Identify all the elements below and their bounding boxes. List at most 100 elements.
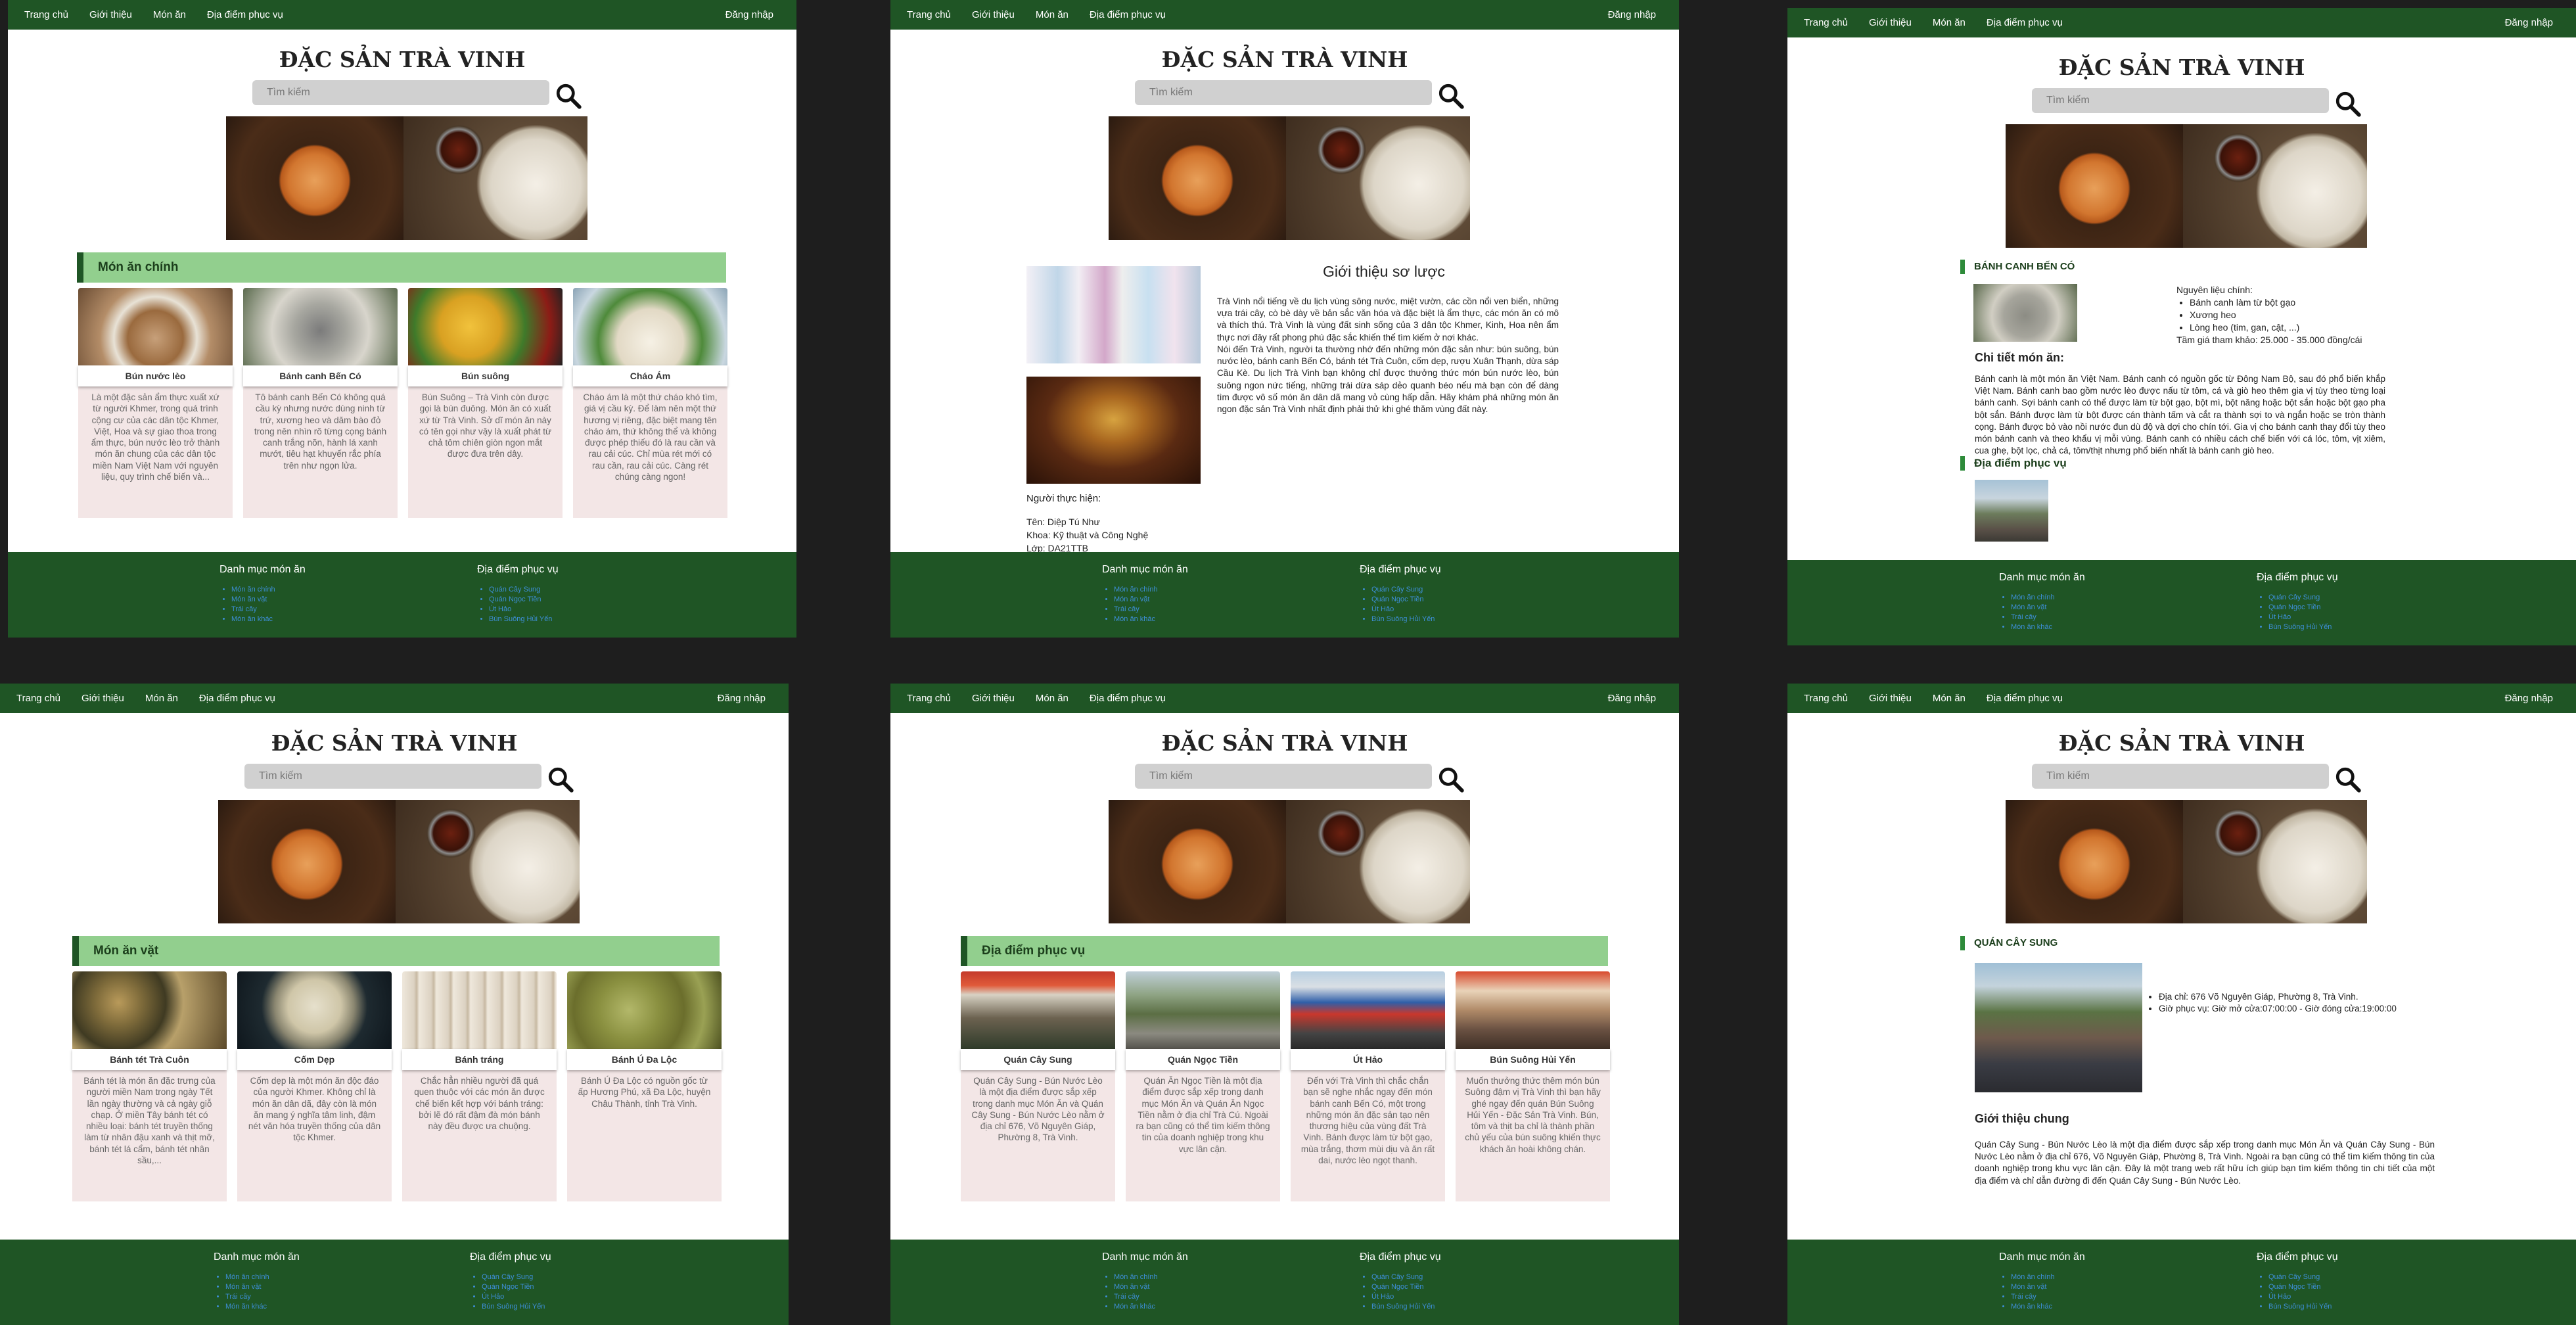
- footer-link[interactable]: Quán Ngọc Tiền: [1371, 595, 1441, 605]
- footer-link[interactable]: Út Hảo: [489, 605, 559, 615]
- dish-card[interactable]: Bánh canh Bến Có Tô bánh canh Bến Có khô…: [243, 288, 398, 518]
- search-icon[interactable]: [547, 766, 574, 793]
- search-icon[interactable]: [555, 82, 582, 110]
- nav-home-link[interactable]: Trang chủ: [24, 9, 68, 20]
- nav-dishes-link[interactable]: Món ăn: [1933, 693, 1966, 704]
- place-card[interactable]: Bún Suông Hủi Yến Muốn thưởng thức thêm …: [1456, 971, 1610, 1201]
- nav-places-link[interactable]: Địa điểm phục vụ: [199, 693, 275, 704]
- footer-link[interactable]: Món ăn chính: [2011, 593, 2085, 603]
- nav-about-link[interactable]: Giới thiệu: [81, 693, 124, 704]
- search-input[interactable]: Tìm kiếm: [244, 764, 541, 789]
- footer-link[interactable]: Quán Ngọc Tiền: [489, 595, 559, 605]
- nav-about-link[interactable]: Giới thiệu: [1869, 17, 1912, 28]
- nav-about-link[interactable]: Giới thiệu: [972, 9, 1015, 20]
- snack-card[interactable]: Cốm Dẹp Cốm dẹp là một món ăn độc đáo củ…: [237, 971, 392, 1201]
- search-icon[interactable]: [2334, 766, 2362, 793]
- nav-login-link[interactable]: Đăng nhập: [1608, 693, 1656, 704]
- footer-link[interactable]: Món ăn chính: [1114, 1272, 1188, 1282]
- footer-link[interactable]: Món ăn vặt: [225, 1282, 300, 1292]
- place-card[interactable]: Quán Cây Sung Quán Cây Sung - Bún Nước L…: [961, 971, 1115, 1201]
- search-icon[interactable]: [2334, 90, 2362, 118]
- nav-dishes-link[interactable]: Món ăn: [153, 9, 186, 20]
- nav-home-link[interactable]: Trang chủ: [907, 693, 951, 704]
- footer-link[interactable]: Quán Ngọc Tiền: [2268, 1282, 2338, 1292]
- nav-login-link[interactable]: Đăng nhập: [1608, 9, 1656, 20]
- footer-link[interactable]: Út Hảo: [2268, 613, 2338, 622]
- footer-link[interactable]: Bún Suông Hủi Yến: [1371, 1302, 1441, 1312]
- footer-link[interactable]: Út Hảo: [482, 1292, 551, 1302]
- place-card[interactable]: Út Hảo Đến với Trà Vinh thì chắc chắn bạ…: [1291, 971, 1445, 1201]
- footer-link[interactable]: Trái cây: [2011, 1292, 2085, 1302]
- footer-link[interactable]: Món ăn khác: [1114, 615, 1188, 624]
- footer-link[interactable]: Út Hảo: [1371, 605, 1441, 615]
- search-icon[interactable]: [1437, 82, 1465, 110]
- footer-link[interactable]: Quán Cây Sung: [489, 585, 559, 595]
- footer-link[interactable]: Món ăn khác: [2011, 1302, 2085, 1312]
- footer-link[interactable]: Bún Suông Hủi Yến: [482, 1302, 551, 1312]
- search-icon[interactable]: [1437, 766, 1465, 793]
- nav-dishes-link[interactable]: Món ăn: [1933, 17, 1966, 28]
- search-input[interactable]: Tìm kiếm: [252, 80, 549, 105]
- snack-card[interactable]: Bánh tráng Chắc hẳn nhiều người đã quá q…: [402, 971, 557, 1201]
- footer-link[interactable]: Món ăn vặt: [231, 595, 306, 605]
- footer-link[interactable]: Quán Cây Sung: [482, 1272, 551, 1282]
- nav-login-link[interactable]: Đăng nhập: [2505, 17, 2553, 28]
- nav-home-link[interactable]: Trang chủ: [16, 693, 60, 704]
- footer-link[interactable]: Món ăn khác: [225, 1302, 300, 1312]
- footer-link[interactable]: Món ăn chính: [231, 585, 306, 595]
- footer-link[interactable]: Món ăn khác: [2011, 622, 2085, 632]
- search-input[interactable]: Tìm kiếm: [2032, 88, 2329, 113]
- nav-places-link[interactable]: Địa điểm phục vụ: [1987, 17, 2063, 28]
- nav-places-link[interactable]: Địa điểm phục vụ: [1090, 693, 1166, 704]
- nav-about-link[interactable]: Giới thiệu: [89, 9, 132, 20]
- nav-places-link[interactable]: Địa điểm phục vụ: [207, 9, 283, 20]
- dish-card[interactable]: Bún nước lèo Là một đặc sản ẩm thực xuất…: [78, 288, 233, 518]
- search-input[interactable]: Tìm kiếm: [1135, 764, 1432, 789]
- search-input[interactable]: Tìm kiếm: [1135, 80, 1432, 105]
- footer-link[interactable]: Món ăn chính: [225, 1272, 300, 1282]
- dish-place-thumbnail[interactable]: [1975, 480, 2048, 542]
- footer-link[interactable]: Quán Cây Sung: [1371, 1272, 1441, 1282]
- footer-link[interactable]: Món ăn vặt: [1114, 595, 1188, 605]
- nav-about-link[interactable]: Giới thiệu: [1869, 693, 1912, 704]
- footer-link[interactable]: Quán Ngọc Tiền: [1371, 1282, 1441, 1292]
- snack-card[interactable]: Bánh Ú Đa Lộc Bánh Ú Đa Lộc có nguồn gốc…: [567, 971, 722, 1201]
- nav-home-link[interactable]: Trang chủ: [1804, 17, 1848, 28]
- footer-link[interactable]: Bún Suông Hủi Yến: [489, 615, 559, 624]
- footer-link[interactable]: Bún Suông Hủi Yến: [2268, 1302, 2338, 1312]
- nav-login-link[interactable]: Đăng nhập: [2505, 693, 2553, 704]
- footer-link[interactable]: Quán Ngọc Tiền: [482, 1282, 551, 1292]
- nav-about-link[interactable]: Giới thiệu: [972, 693, 1015, 704]
- nav-places-link[interactable]: Địa điểm phục vụ: [1987, 693, 2063, 704]
- footer-link[interactable]: Món ăn chính: [2011, 1272, 2085, 1282]
- footer-link[interactable]: Quán Ngọc Tiền: [2268, 603, 2338, 613]
- footer-link[interactable]: Món ăn khác: [1114, 1302, 1188, 1312]
- footer-link[interactable]: Trái cây: [1114, 605, 1188, 615]
- footer-link[interactable]: Trái cây: [1114, 1292, 1188, 1302]
- footer-link[interactable]: Món ăn vặt: [2011, 1282, 2085, 1292]
- nav-login-link[interactable]: Đăng nhập: [718, 693, 766, 704]
- snack-card[interactable]: Bánh tét Trà Cuôn Bánh tét là món ăn đặc…: [72, 971, 227, 1201]
- footer-link[interactable]: Quán Cây Sung: [1371, 585, 1441, 595]
- footer-link[interactable]: Út Hảo: [1371, 1292, 1441, 1302]
- footer-link[interactable]: Bún Suông Hủi Yến: [1371, 615, 1441, 624]
- nav-dishes-link[interactable]: Món ăn: [1036, 693, 1069, 704]
- nav-home-link[interactable]: Trang chủ: [1804, 693, 1848, 704]
- place-card[interactable]: Quán Ngọc Tiền Quán Ăn Ngọc Tiền là một …: [1126, 971, 1280, 1201]
- dish-card[interactable]: Bún suông Bún Suông – Trà Vinh còn được …: [408, 288, 563, 518]
- nav-dishes-link[interactable]: Món ăn: [1036, 9, 1069, 20]
- nav-login-link[interactable]: Đăng nhập: [725, 9, 773, 20]
- footer-link[interactable]: Bún Suông Hủi Yến: [2268, 622, 2338, 632]
- footer-link[interactable]: Món ăn vặt: [2011, 603, 2085, 613]
- footer-link[interactable]: Trái cây: [225, 1292, 300, 1302]
- nav-home-link[interactable]: Trang chủ: [907, 9, 951, 20]
- footer-link[interactable]: Trái cây: [2011, 613, 2085, 622]
- search-input[interactable]: Tìm kiếm: [2032, 764, 2329, 789]
- footer-link[interactable]: Món ăn khác: [231, 615, 306, 624]
- dish-card[interactable]: Cháo Ám Cháo ám là một thứ cháo khó tìm,…: [573, 288, 727, 518]
- footer-link[interactable]: Quán Cây Sung: [2268, 1272, 2338, 1282]
- footer-link[interactable]: Trái cây: [231, 605, 306, 615]
- footer-link[interactable]: Quán Cây Sung: [2268, 593, 2338, 603]
- nav-dishes-link[interactable]: Món ăn: [145, 693, 178, 704]
- footer-link[interactable]: Út Hảo: [2268, 1292, 2338, 1302]
